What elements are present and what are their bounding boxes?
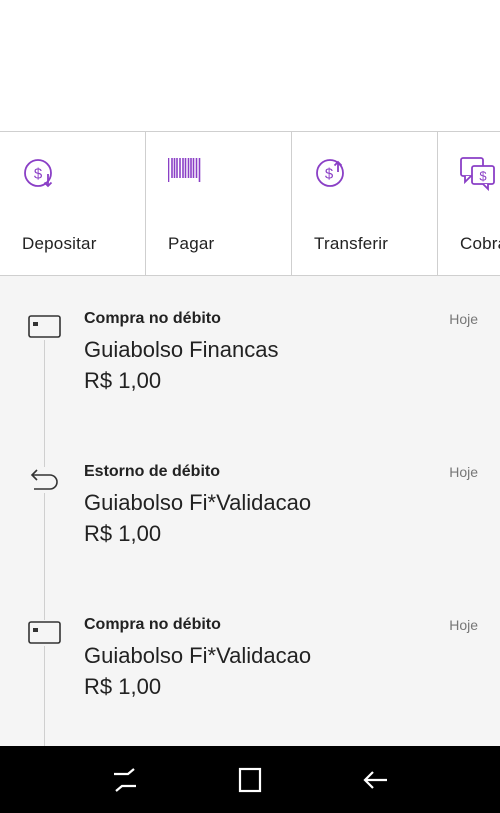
transaction-amount: R$ 1,00 (84, 674, 162, 699)
transaction-amount: R$ 1,00 (84, 521, 162, 546)
transaction-date: Hoje (449, 617, 478, 633)
transfer-label: Transferir (314, 234, 389, 253)
quick-actions-bar[interactable]: $ Depositar Pagar $ Transferir $ Cobr (0, 132, 500, 276)
charge-button[interactable]: $ Cobrar (438, 132, 500, 275)
svg-text:$: $ (325, 166, 334, 183)
charge-label: Cobrar (460, 234, 500, 253)
transaction-type: Estorno de débito (84, 463, 220, 480)
deposit-button[interactable]: $ Depositar (0, 132, 146, 275)
transaction-date: Hoje (449, 311, 478, 327)
home-icon[interactable] (235, 766, 265, 794)
card-icon (28, 620, 62, 646)
svg-text:$: $ (34, 166, 43, 183)
transaction-item[interactable]: Compra no débito Guiabolso Fi*Validacao … (0, 582, 500, 722)
charge-icon: $ (460, 157, 495, 192)
transfer-button[interactable]: $ Transferir (292, 132, 438, 275)
transaction-feed[interactable]: Compra no débito Guiabolso Financas R$ 1… (0, 276, 500, 746)
transaction-type: Compra no débito (84, 616, 221, 633)
transaction-description: Guiabolso Fi*Validacao (84, 490, 312, 515)
back-icon[interactable] (360, 766, 390, 794)
barcode-icon (168, 158, 201, 182)
card-icon (28, 314, 62, 340)
transaction-amount: R$ 1,00 (84, 368, 162, 393)
header-area (0, 0, 500, 132)
transaction-type: Compra no débito (84, 310, 221, 327)
pay-button[interactable]: Pagar (146, 132, 292, 275)
svg-text:$: $ (479, 169, 487, 184)
recent-apps-icon[interactable] (110, 766, 140, 794)
refund-icon (28, 467, 62, 493)
transaction-description: Guiabolso Fi*Validacao (84, 643, 312, 668)
transfer-icon: $ (316, 159, 344, 187)
transaction-description: Guiabolso Financas (84, 337, 279, 362)
transaction-date: Hoje (449, 464, 478, 480)
transaction-item[interactable]: Estorno de débito Guiabolso Fi*Validacao… (0, 429, 500, 569)
transaction-item[interactable]: Compra no débito Guiabolso Financas R$ 1… (0, 276, 500, 416)
pay-label: Pagar (168, 234, 215, 253)
deposit-icon: $ (24, 159, 53, 188)
system-navigation-bar (0, 746, 500, 813)
deposit-label: Depositar (22, 234, 97, 253)
